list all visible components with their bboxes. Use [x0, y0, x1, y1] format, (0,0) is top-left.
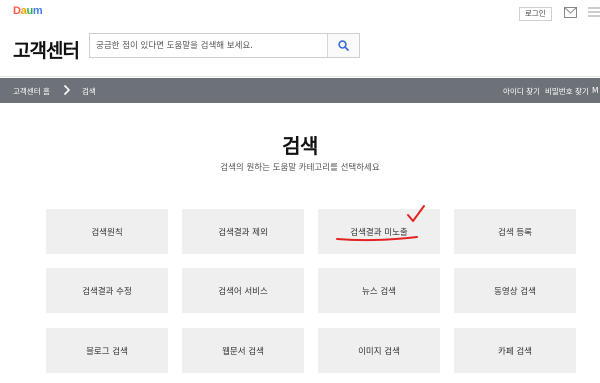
category-search-exclusion[interactable]: 검색결과 제외 [182, 209, 304, 254]
search-icon [338, 40, 349, 51]
site-title[interactable]: 고객센터 [13, 36, 80, 63]
breadcrumb-home[interactable]: 고객센터 홈 [13, 86, 50, 97]
search-box [89, 33, 360, 58]
mail-icon[interactable] [564, 7, 577, 18]
logo-letter: D [13, 5, 21, 17]
category-cafe-search[interactable]: 카페 검색 [454, 328, 576, 373]
red-checkmark-annotation [407, 205, 425, 222]
header: Daum 고객센터 로그인 [0, 0, 600, 77]
category-blog-search[interactable]: 블로그 검색 [46, 328, 168, 373]
chevron-right-icon [63, 84, 71, 96]
page-subtitle: 검색의 원하는 도움말 카테고리를 선택하세요 [220, 163, 380, 173]
menu-icon[interactable] [588, 6, 600, 18]
more-link[interactable]: M [592, 86, 598, 95]
category-news-search[interactable]: 뉴스 검색 [318, 268, 440, 313]
search-input[interactable] [90, 34, 328, 57]
red-underline-annotation [336, 236, 418, 242]
category-web-document-search[interactable]: 웹문서 검색 [182, 328, 304, 373]
logo-letter: m [32, 5, 43, 17]
breadcrumb-bar: 고객센터 홈 검색 아이디 찾기 비밀번호 찾기 M [0, 78, 600, 103]
category-search-result-edit[interactable]: 검색결과 수정 [46, 268, 168, 313]
find-id-link[interactable]: 아이디 찾기 [503, 86, 540, 97]
find-password-link[interactable]: 비밀번호 찾기 [545, 86, 589, 97]
login-button[interactable]: 로그인 [519, 7, 552, 21]
category-image-search[interactable]: 이미지 검색 [318, 328, 440, 373]
daum-logo[interactable]: Daum [13, 5, 43, 17]
page-title: 검색 [282, 134, 318, 158]
category-search-principles[interactable]: 검색원칙 [46, 209, 168, 254]
category-search-term-service[interactable]: 검색어 서비스 [182, 268, 304, 313]
category-video-search[interactable]: 동영상 검색 [454, 268, 576, 313]
search-button[interactable] [327, 34, 359, 57]
category-search-registration[interactable]: 검색 등록 [454, 209, 576, 254]
breadcrumb-current: 검색 [82, 87, 96, 96]
